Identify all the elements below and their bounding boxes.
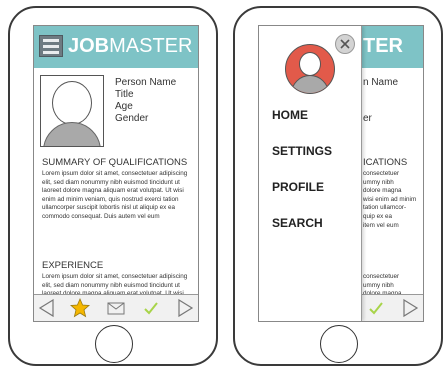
home-button[interactable] bbox=[320, 325, 358, 363]
star-icon[interactable] bbox=[70, 298, 90, 318]
avatar-body bbox=[43, 122, 101, 146]
qualifications-text: Lorem ipsum dolor sit amet, consectetuer… bbox=[42, 170, 188, 220]
drawer-item-home[interactable]: HOME bbox=[272, 108, 308, 122]
profile-avatar bbox=[40, 75, 104, 147]
app-title-partial: TER bbox=[363, 35, 403, 57]
menu-screen: TER n Name er ICATIONS consectetuer ummy… bbox=[258, 25, 424, 322]
person-name: Person Name bbox=[115, 77, 177, 88]
avatar-head bbox=[52, 81, 92, 125]
checkmark-icon[interactable] bbox=[141, 298, 161, 318]
qualifications-heading: SUMMARY OF QUALIFICATIONS bbox=[42, 157, 188, 168]
checkmark-icon[interactable] bbox=[366, 298, 386, 318]
profile-details-partial: n Name er bbox=[363, 77, 398, 125]
app-title: JOBMASTER bbox=[68, 35, 193, 57]
qualifications-heading-partial: ICATIONS bbox=[363, 157, 408, 168]
person-age: Age bbox=[115, 101, 133, 112]
profile-screen: JOBMASTER Person Name Title Age Gender S… bbox=[33, 25, 199, 322]
navigation-drawer: HOME SETTINGS PROFILE SEARCH bbox=[259, 26, 362, 321]
experience-heading: EXPERIENCE bbox=[42, 260, 104, 271]
drawer-item-settings[interactable]: SETTINGS bbox=[272, 144, 332, 158]
phone-right: TER n Name er ICATIONS consectetuer ummy… bbox=[233, 6, 443, 366]
drawer-avatar-head bbox=[299, 52, 321, 76]
home-button[interactable] bbox=[95, 325, 133, 363]
back-arrow-icon[interactable] bbox=[37, 298, 57, 318]
profile-details: Person Name Title Age Gender bbox=[115, 77, 176, 125]
drawer-avatar-body bbox=[291, 75, 329, 93]
forward-arrow-icon[interactable] bbox=[400, 298, 420, 318]
forward-arrow-icon[interactable] bbox=[175, 298, 195, 318]
person-gender: Gender bbox=[115, 113, 149, 124]
drawer-avatar bbox=[285, 44, 335, 94]
person-name-partial: n Name bbox=[363, 77, 399, 88]
phone-left: JOBMASTER Person Name Title Age Gender S… bbox=[8, 6, 218, 366]
drawer-item-search[interactable]: SEARCH bbox=[272, 216, 323, 230]
bottom-toolbar bbox=[34, 294, 198, 321]
person-gender-partial: er bbox=[363, 113, 372, 124]
qualifications-text-partial: consectetuer ummy nibh dolore magna wisi… bbox=[363, 170, 417, 229]
close-icon[interactable] bbox=[335, 34, 355, 54]
person-title: Title bbox=[115, 89, 134, 100]
drawer-item-profile[interactable]: PROFILE bbox=[272, 180, 324, 194]
mail-icon[interactable] bbox=[106, 298, 126, 318]
hamburger-menu-icon[interactable] bbox=[39, 35, 63, 57]
app-header: JOBMASTER bbox=[34, 26, 198, 68]
